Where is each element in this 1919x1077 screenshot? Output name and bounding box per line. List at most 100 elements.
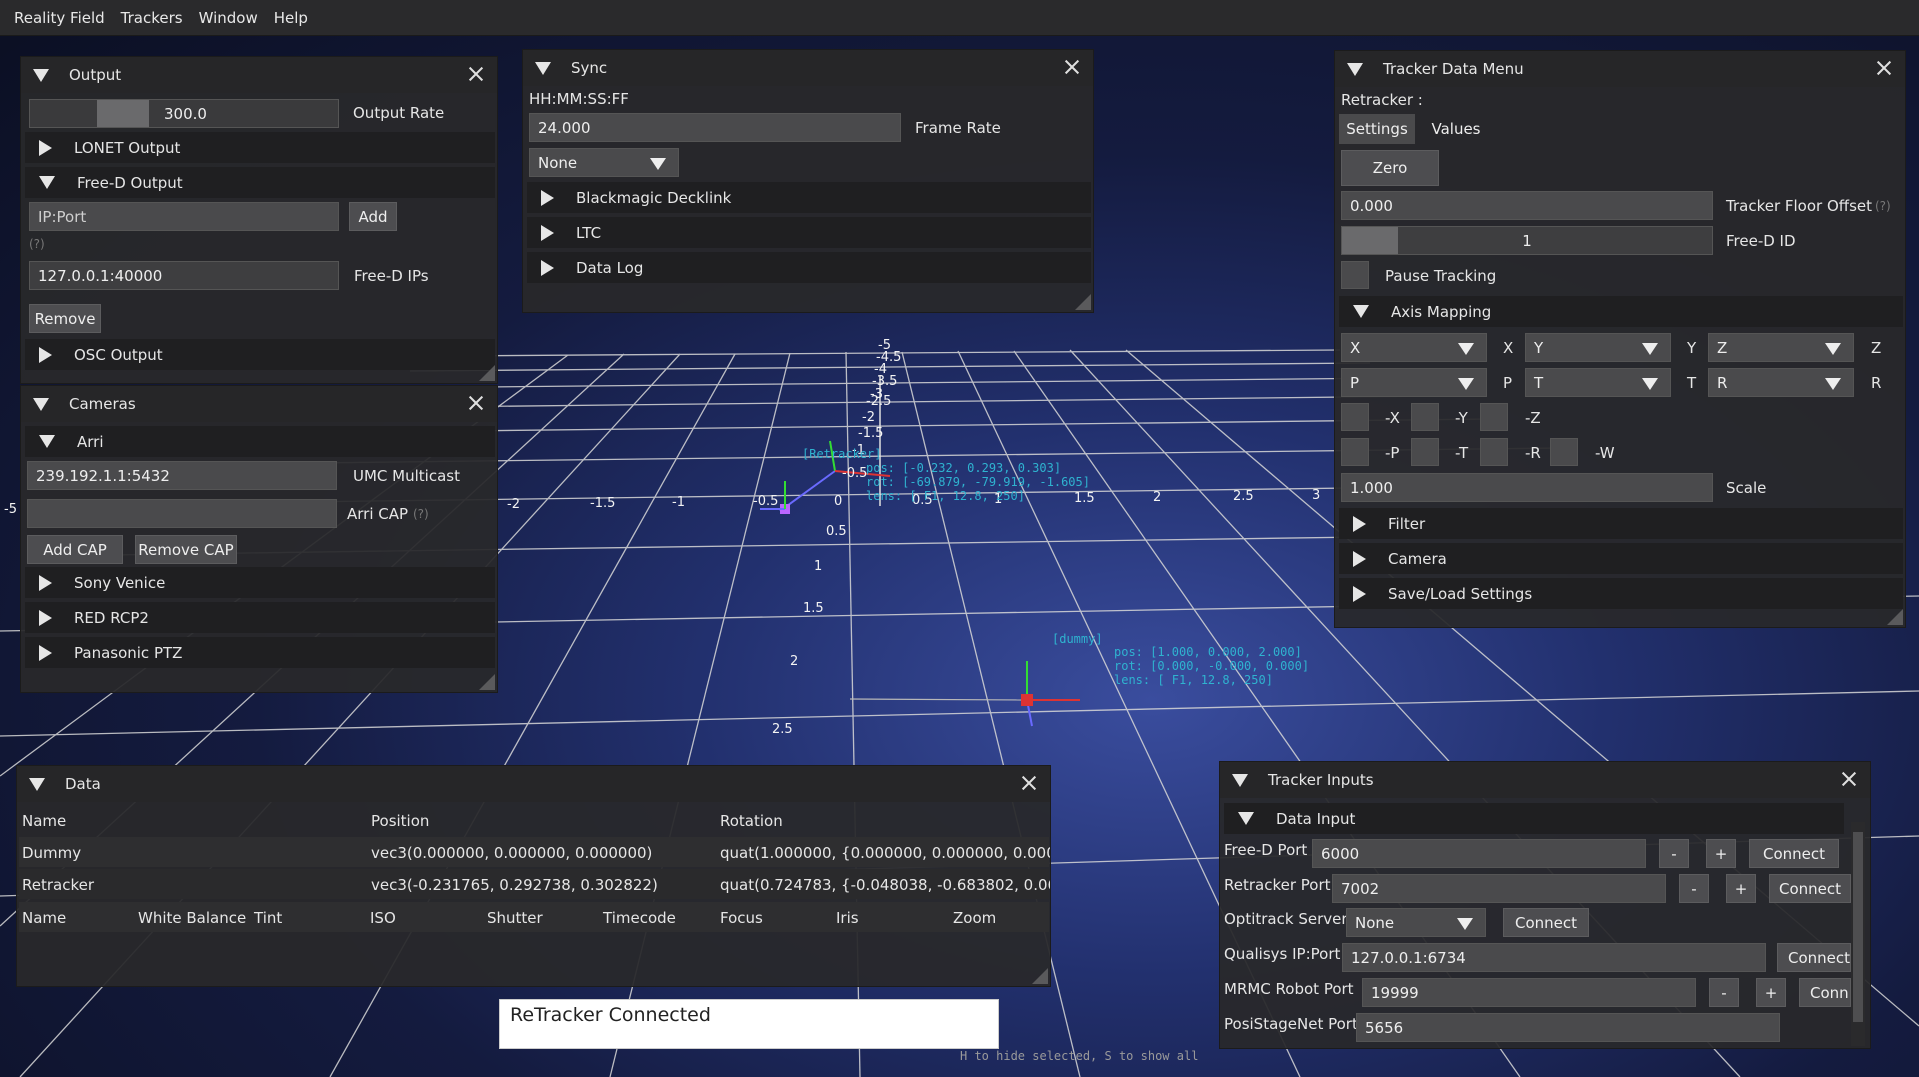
tracker-inputs-title-bar[interactable]: Tracker Inputs bbox=[1220, 762, 1870, 798]
collapse-icon[interactable] bbox=[1232, 773, 1248, 787]
scale-input[interactable]: 1.000 bbox=[1341, 473, 1713, 502]
add-ip-button[interactable]: Add bbox=[349, 202, 397, 231]
arri-header[interactable]: Arri bbox=[25, 426, 495, 457]
freed-ips-list[interactable]: 127.0.0.1:40000 bbox=[29, 261, 339, 290]
data-panel: Data Name Position Rotation Dummy vec3(0… bbox=[16, 765, 1051, 987]
collapse-icon[interactable] bbox=[29, 777, 45, 791]
panasonic-ptz-header[interactable]: Panasonic PTZ bbox=[25, 637, 495, 668]
freed-output-header[interactable]: Free-D Output bbox=[25, 167, 495, 198]
frame-rate-input[interactable]: 24.000 bbox=[529, 113, 901, 142]
data-input-header[interactable]: Data Input bbox=[1224, 803, 1844, 834]
collapse-icon[interactable] bbox=[535, 61, 551, 75]
invert-x-checkbox[interactable] bbox=[1341, 403, 1369, 431]
mrmc-decrement[interactable]: - bbox=[1709, 978, 1739, 1007]
close-icon[interactable] bbox=[1020, 774, 1038, 792]
close-icon[interactable] bbox=[1875, 59, 1893, 77]
camera-header[interactable]: Camera bbox=[1339, 543, 1903, 574]
output-rate-label: Output Rate bbox=[353, 104, 445, 122]
freed-ipport-input[interactable]: IP:Port bbox=[29, 202, 339, 231]
sync-title-bar[interactable]: Sync bbox=[523, 50, 1093, 86]
freed-port-increment[interactable]: + bbox=[1706, 839, 1736, 868]
x-tick: -1.5 bbox=[590, 496, 616, 511]
close-icon[interactable] bbox=[1840, 770, 1858, 788]
close-icon[interactable] bbox=[1063, 58, 1081, 76]
data-log-header[interactable]: Data Log bbox=[527, 252, 1091, 283]
resize-grip[interactable] bbox=[1075, 294, 1091, 310]
filter-header[interactable]: Filter bbox=[1339, 508, 1903, 539]
collapse-icon[interactable] bbox=[1347, 62, 1363, 76]
resize-grip[interactable] bbox=[1887, 609, 1903, 625]
osc-output-header[interactable]: OSC Output bbox=[25, 339, 495, 370]
invert-r-checkbox[interactable] bbox=[1480, 438, 1508, 466]
axis-r-dropdown[interactable]: R bbox=[1708, 368, 1854, 397]
help-icon[interactable]: (?) bbox=[29, 237, 45, 251]
remove-cap-button[interactable]: Remove CAP bbox=[135, 535, 237, 564]
resize-grip[interactable] bbox=[1032, 968, 1048, 984]
freed-connect-button[interactable]: Connect bbox=[1749, 839, 1839, 868]
axis-t-dropdown[interactable]: T bbox=[1525, 368, 1671, 397]
invert-z-checkbox[interactable] bbox=[1480, 403, 1508, 431]
pause-tracking-checkbox[interactable] bbox=[1341, 261, 1369, 289]
umc-multicast-input[interactable]: 239.192.1.1:5432 bbox=[27, 461, 337, 490]
invert-w-checkbox[interactable] bbox=[1550, 438, 1578, 466]
zero-button[interactable]: Zero bbox=[1341, 150, 1439, 186]
freed-ip-item[interactable]: 127.0.0.1:40000 bbox=[38, 267, 162, 285]
scrollbar-track[interactable] bbox=[1851, 822, 1865, 1046]
axis-z-dropdown[interactable]: Z bbox=[1708, 333, 1854, 362]
output-rate-slider[interactable]: 300.0 bbox=[29, 99, 339, 128]
tab-settings[interactable]: Settings bbox=[1339, 114, 1415, 144]
axis-p-dropdown[interactable]: P bbox=[1341, 368, 1487, 397]
ltc-header[interactable]: LTC bbox=[527, 217, 1091, 248]
help-icon[interactable]: (?) bbox=[413, 507, 429, 521]
invert-t-checkbox[interactable] bbox=[1411, 438, 1439, 466]
invert-y-checkbox[interactable] bbox=[1411, 403, 1439, 431]
retracker-port-increment[interactable]: + bbox=[1726, 874, 1756, 903]
sony-venice-header[interactable]: Sony Venice bbox=[25, 567, 495, 598]
help-icon[interactable]: (?) bbox=[1875, 199, 1891, 213]
axis-mapping-header[interactable]: Axis Mapping bbox=[1339, 296, 1903, 327]
psn-input[interactable]: 5656 bbox=[1356, 1013, 1780, 1042]
collapse-icon[interactable] bbox=[33, 397, 49, 411]
qualisys-input[interactable]: 127.0.0.1:6734 bbox=[1342, 943, 1766, 972]
optitrack-dropdown[interactable]: None bbox=[1346, 908, 1486, 937]
optitrack-connect-button[interactable]: Connect bbox=[1503, 908, 1589, 937]
arri-cap-input[interactable] bbox=[27, 499, 337, 528]
resize-grip[interactable] bbox=[479, 365, 495, 381]
retracker-port-input[interactable]: 7002 bbox=[1332, 874, 1666, 903]
data-title-bar[interactable]: Data bbox=[17, 766, 1050, 802]
menu-help[interactable]: Help bbox=[266, 0, 316, 36]
collapse-icon[interactable] bbox=[33, 68, 49, 82]
qualisys-connect-button[interactable]: Connect bbox=[1777, 943, 1851, 972]
sync-source-dropdown[interactable]: None bbox=[529, 148, 679, 177]
red-rcp2-header[interactable]: RED RCP2 bbox=[25, 602, 495, 633]
resize-grip[interactable] bbox=[479, 674, 495, 690]
remove-ip-button[interactable]: Remove bbox=[29, 304, 101, 333]
freed-id-slider[interactable]: 1 bbox=[1341, 226, 1713, 255]
input-value: 6000 bbox=[1321, 844, 1360, 863]
retracker-connect-button[interactable]: Connect bbox=[1769, 874, 1851, 903]
menu-trackers[interactable]: Trackers bbox=[113, 0, 191, 36]
freed-port-decrement[interactable]: - bbox=[1659, 839, 1689, 868]
close-icon[interactable] bbox=[467, 394, 485, 412]
decklink-header[interactable]: Blackmagic Decklink bbox=[527, 182, 1091, 213]
close-icon[interactable] bbox=[467, 65, 485, 83]
mrmc-increment[interactable]: + bbox=[1756, 978, 1786, 1007]
axis-x-dropdown[interactable]: X bbox=[1341, 333, 1487, 362]
retracker-port-decrement[interactable]: - bbox=[1679, 874, 1709, 903]
tab-values[interactable]: Values bbox=[1421, 114, 1491, 144]
menu-reality-field[interactable]: Reality Field bbox=[6, 0, 113, 36]
lonet-output-header[interactable]: LONET Output bbox=[25, 132, 495, 163]
output-title-bar[interactable]: Output bbox=[21, 57, 497, 93]
axis-y-dropdown[interactable]: Y bbox=[1525, 333, 1671, 362]
add-cap-button[interactable]: Add CAP bbox=[27, 535, 123, 564]
invert-p-checkbox[interactable] bbox=[1341, 438, 1369, 466]
cameras-title-bar[interactable]: Cameras bbox=[21, 386, 497, 422]
floor-offset-input[interactable]: 0.000 bbox=[1341, 191, 1713, 220]
tracker-data-title-bar[interactable]: Tracker Data Menu bbox=[1335, 51, 1905, 87]
save-load-header[interactable]: Save/Load Settings bbox=[1339, 578, 1903, 609]
menu-window[interactable]: Window bbox=[191, 0, 266, 36]
mrmc-connect-button[interactable]: Conn bbox=[1799, 978, 1851, 1007]
expand-icon bbox=[541, 259, 554, 276]
mrmc-input[interactable]: 19999 bbox=[1362, 978, 1696, 1007]
freed-port-input[interactable]: 6000 bbox=[1312, 839, 1646, 868]
